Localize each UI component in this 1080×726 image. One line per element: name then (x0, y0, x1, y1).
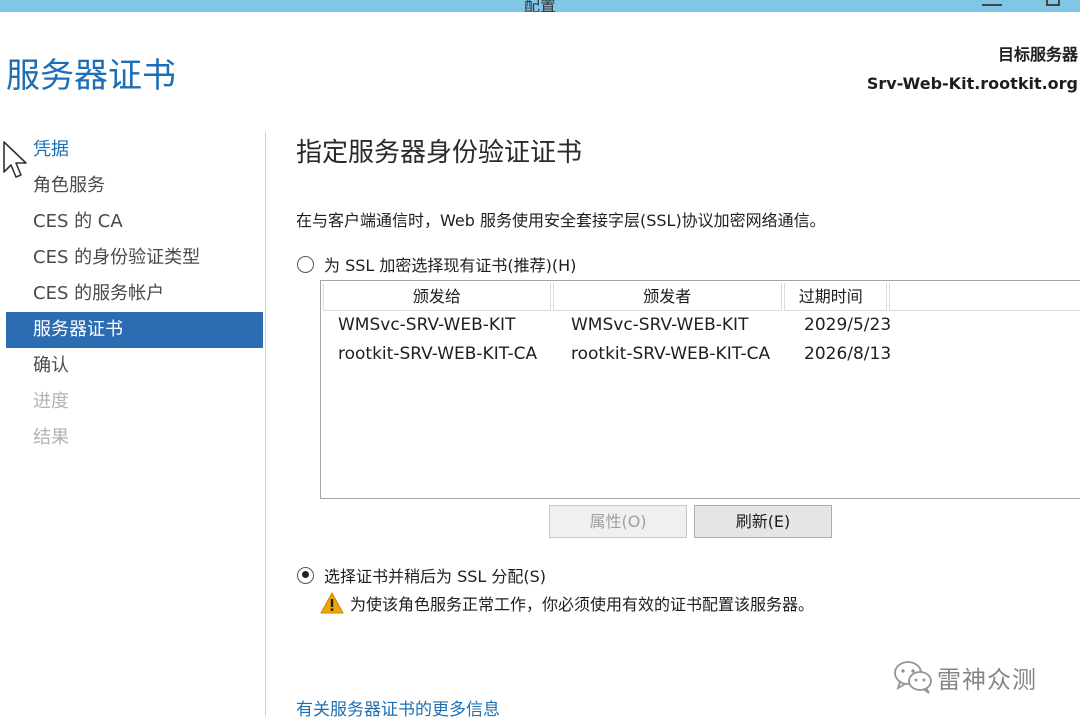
table-row[interactable]: WMSvc-SRV-WEB-KIT WMSvc-SRV-WEB-KIT 2029… (321, 311, 1080, 340)
column-header-issued-by[interactable]: 颁发者 (552, 283, 782, 311)
warning-message: 为使该角色服务正常工作，你必须使用有效的证书配置该服务器。 (320, 591, 814, 615)
nav-item-progress: 进度 (33, 391, 69, 412)
radio-assign-later-label: 选择证书并稍后为 SSL 分配(S) (324, 567, 547, 586)
minimize-button[interactable] (982, 0, 1002, 6)
nav-item-ces-ca[interactable]: CES 的 CA (6, 204, 263, 240)
properties-button[interactable]: 属性(O) (549, 505, 687, 538)
window-titlebar: 配置 (0, 0, 1080, 12)
warning-triangle-icon (320, 592, 344, 614)
nav-item-ces-service-account[interactable]: CES 的服务帐户 (6, 276, 263, 312)
target-server-name: Srv-Web-Kit.rootkit.org (866, 74, 1078, 93)
description-text: 在与客户端通信时，Web 服务使用安全套接字层(SSL)协议加密网络通信。 (296, 211, 826, 230)
target-server-label: 目标服务器 (997, 45, 1078, 64)
watermark: 雷神众测 (893, 659, 1037, 695)
target-server-info: 目标服务器 Srv-Web-Kit.rootkit.org (867, 40, 1078, 98)
maximize-button[interactable] (1046, 0, 1060, 6)
column-header-expiration[interactable]: 过期时间 (783, 283, 887, 311)
radio-assign-later-button[interactable] (297, 566, 314, 584)
certificate-list-header: 颁发给 颁发者 过期时间 (321, 281, 1080, 311)
page-title: 服务器证书 (6, 56, 176, 96)
nav-item-results: 结果 (33, 427, 69, 448)
window-title: 配置 (523, 0, 557, 12)
cell-expiration: 2026/8/13 (804, 344, 892, 364)
certificate-list[interactable]: 颁发给 颁发者 过期时间 WMSvc-SRV-WEB-KIT WMSvc-SRV… (320, 280, 1080, 499)
column-header-empty (888, 283, 1080, 311)
nav-item-confirmation[interactable]: 确认 (6, 348, 263, 384)
nav-divider (265, 132, 266, 716)
nav-item-credentials[interactable]: 凭据 (6, 132, 263, 168)
column-header-issued-to[interactable]: 颁发给 (323, 283, 551, 311)
radio-assign-later[interactable]: 选择证书并稍后为 SSL 分配(S) (297, 563, 546, 587)
nav-item-server-certificate[interactable]: 服务器证书 (6, 312, 263, 348)
radio-existing-certificate-label: 为 SSL 加密选择现有证书(推荐)(H) (324, 256, 577, 275)
watermark-text: 雷神众测 (937, 665, 1037, 694)
cell-issued-by: rootkit-SRV-WEB-KIT-CA (571, 344, 771, 364)
cell-issued-to: rootkit-SRV-WEB-KIT-CA (338, 344, 538, 364)
mouse-pointer-icon (3, 141, 27, 178)
nav-item-ces-auth-type[interactable]: CES 的身份验证类型 (6, 240, 263, 276)
refresh-button[interactable]: 刷新(E) (694, 505, 832, 538)
cell-expiration: 2029/5/23 (804, 315, 892, 335)
cell-issued-by: WMSvc-SRV-WEB-KIT (571, 315, 749, 335)
cell-issued-to: WMSvc-SRV-WEB-KIT (338, 315, 516, 335)
warning-text: 为使该角色服务正常工作，你必须使用有效的证书配置该服务器。 (350, 595, 815, 614)
nav-item-role-services[interactable]: 角色服务 (6, 168, 263, 204)
wizard-nav: 凭据 角色服务 CES 的 CA CES 的身份验证类型 CES 的服务帐户 服… (6, 132, 263, 456)
radio-existing-certificate-button[interactable] (297, 255, 314, 273)
more-info-link[interactable]: 有关服务器证书的更多信息 (296, 695, 500, 720)
table-row[interactable]: rootkit-SRV-WEB-KIT-CA rootkit-SRV-WEB-K… (321, 340, 1080, 369)
wechat-icon (894, 661, 932, 694)
radio-existing-certificate[interactable]: 为 SSL 加密选择现有证书(推荐)(H) (297, 252, 576, 276)
section-title: 指定服务器身份验证证书 (296, 138, 583, 168)
